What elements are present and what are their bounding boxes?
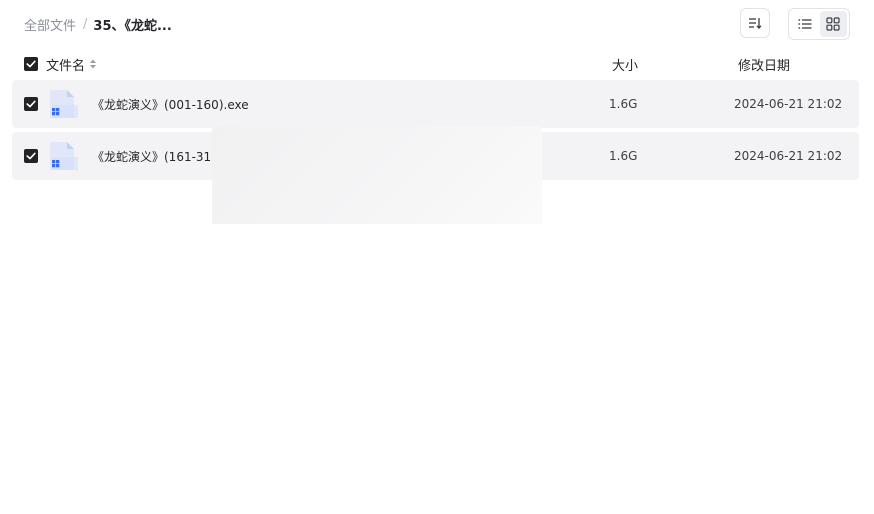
checkmark-icon	[26, 152, 36, 160]
grid-view-button[interactable]	[819, 11, 847, 37]
loading-overlay	[212, 126, 542, 224]
row-select-cell	[24, 80, 38, 128]
breadcrumb-separator: /	[83, 16, 88, 32]
file-size: 1.6G	[609, 97, 638, 111]
select-all-cell	[24, 52, 38, 76]
file-modified-date: 2024-06-21 21:02	[734, 97, 843, 111]
breadcrumb: 全部文件 / 35、《龙蛇...	[24, 12, 172, 36]
select-all-checkbox[interactable]	[24, 57, 38, 71]
table-row[interactable]: 《龙蛇演义》(001-160).exe 1.6G 2024-06-21 21:0…	[12, 80, 859, 128]
breadcrumb-root[interactable]: 全部文件	[24, 15, 76, 34]
row-checkbox[interactable]	[24, 97, 38, 111]
column-header-size[interactable]: 大小	[612, 52, 638, 76]
exe-file-icon	[50, 142, 78, 170]
table-header: 文件名 大小 修改日期	[0, 52, 874, 76]
file-name[interactable]: 《龙蛇演义》(001-160).exe	[92, 80, 249, 128]
row-select-cell	[24, 132, 38, 180]
file-icon-cell	[46, 80, 78, 128]
sort-button[interactable]	[740, 8, 770, 38]
sort-toggle-icon	[90, 59, 97, 69]
checkmark-icon	[26, 100, 36, 108]
file-icon-cell	[46, 132, 78, 180]
sort-lines-icon	[749, 18, 762, 29]
row-checkbox[interactable]	[24, 149, 38, 163]
column-header-modified[interactable]: 修改日期	[738, 52, 790, 76]
exe-file-icon	[50, 90, 78, 118]
grid-view-icon	[826, 17, 840, 31]
list-view-button[interactable]	[791, 11, 819, 37]
checkmark-icon	[26, 60, 36, 68]
column-header-modified-label: 修改日期	[738, 58, 791, 74]
list-view-icon	[798, 19, 812, 29]
breadcrumb-current-folder: 35、《龙蛇...	[93, 18, 172, 34]
file-size: 1.6G	[609, 149, 638, 163]
file-name[interactable]: 《龙蛇演义》(161-319	[92, 132, 219, 180]
view-mode-switch	[788, 8, 850, 40]
column-header-size-label: 大小	[612, 58, 639, 74]
column-header-name-label: 文件名	[46, 58, 86, 74]
file-modified-date: 2024-06-21 21:02	[734, 149, 843, 163]
column-header-name[interactable]: 文件名	[46, 52, 97, 76]
